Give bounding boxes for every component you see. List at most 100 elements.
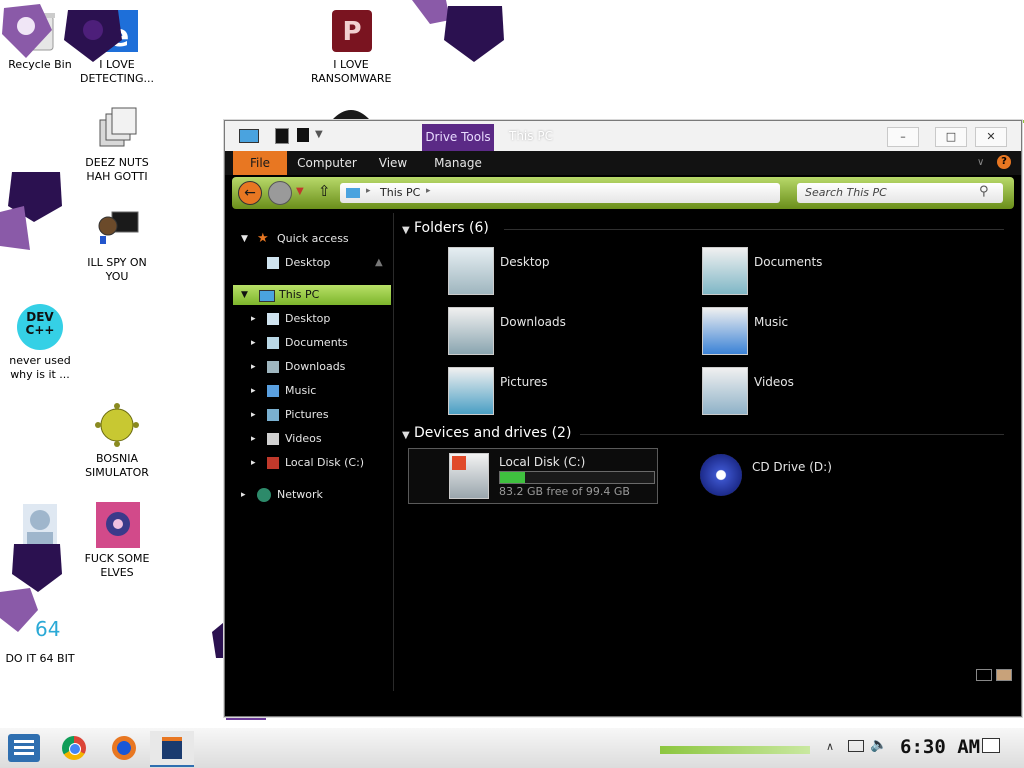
desktop-icon-deez-nuts[interactable]: DEEZ NUTS HAH GOTTI xyxy=(77,106,157,184)
nav-label: Downloads xyxy=(285,360,346,373)
downloads-folder-icon xyxy=(267,361,279,373)
gem-character-sticker xyxy=(0,166,66,255)
nav-pc-downloads[interactable]: ▸ Downloads xyxy=(233,357,391,377)
collapse-arrow-icon[interactable]: ▼ xyxy=(402,225,410,236)
music-folder-icon xyxy=(702,307,748,355)
start-button[interactable] xyxy=(8,734,40,762)
desktop-icon-label: DEEZ NUTS HAH GOTTI xyxy=(85,156,149,183)
recent-locations-icon[interactable]: ▼ xyxy=(296,186,304,197)
close-button[interactable]: ✕ xyxy=(975,127,1007,147)
taskbar-chrome-button[interactable] xyxy=(62,736,86,760)
desktop-icon-ransomware[interactable]: P I LOVE RANSOMWARE xyxy=(311,8,391,86)
address-field[interactable]: ▸ This PC ▸ xyxy=(340,183,780,203)
nav-label: Network xyxy=(277,488,323,501)
nav-label: Music xyxy=(285,384,317,397)
tab-file[interactable]: File xyxy=(233,151,287,175)
collapse-arrow-icon[interactable]: ▼ xyxy=(402,430,410,441)
nav-pc-documents[interactable]: ▸ Documents xyxy=(233,333,391,353)
up-button[interactable]: ⇧ xyxy=(318,182,331,200)
pin-icon[interactable]: ▲ xyxy=(375,253,383,273)
desktop-icon-spy[interactable]: ILL SPY ON YOU xyxy=(77,206,157,284)
nav-pc-local-disk[interactable]: ▸ Local Disk (C:) xyxy=(233,453,391,473)
nav-pc-desktop[interactable]: ▸ Desktop xyxy=(233,309,391,329)
drive-free-space: 83.2 GB free of 99.4 GB xyxy=(499,485,630,498)
expand-arrow-icon: ▸ xyxy=(251,314,256,324)
cd-disc-icon xyxy=(700,454,742,496)
svg-text:P: P xyxy=(342,17,361,47)
clock[interactable]: 6:30 AM xyxy=(900,736,980,758)
back-button[interactable]: ← xyxy=(238,181,262,205)
taskbar-explorer-button[interactable] xyxy=(150,731,194,767)
webcam-icon xyxy=(94,206,140,252)
window-titlebar[interactable]: ▼ Drive Tools This PC – □ ✕ xyxy=(225,121,1021,151)
nav-pc-videos[interactable]: ▸ Videos xyxy=(233,429,391,449)
nav-this-pc[interactable]: ▼ This PC xyxy=(233,285,391,305)
search-field[interactable]: Search This PC ⚲ xyxy=(797,183,1003,203)
search-icon[interactable]: ⚲ xyxy=(979,184,989,199)
expand-arrow-icon: ▼ xyxy=(241,234,248,244)
details-view-icon[interactable] xyxy=(976,669,992,681)
folder-name: Downloads xyxy=(500,315,566,329)
network-icon[interactable] xyxy=(848,740,864,752)
computer-icon[interactable] xyxy=(239,129,259,143)
desktop-icon-bosnia[interactable]: BOSNIA SIMULATOR xyxy=(77,402,157,480)
volume-icon[interactable]: 🔈 xyxy=(870,737,887,753)
breadcrumb-this-pc[interactable]: This PC xyxy=(380,186,420,199)
expand-ribbon-icon[interactable]: ∨ xyxy=(977,157,984,168)
folder-downloads[interactable]: Downloads xyxy=(448,307,648,357)
folder-pictures[interactable]: Pictures xyxy=(448,367,648,417)
computer-icon xyxy=(346,188,360,198)
folder-music[interactable]: Music xyxy=(702,307,902,357)
drive-usage-fill xyxy=(500,472,526,483)
album-art-icon xyxy=(94,502,140,548)
desktop-icon-label: DO IT 64 BIT xyxy=(5,652,75,665)
nav-label: Local Disk (C:) xyxy=(285,456,365,469)
tab-computer[interactable]: Computer xyxy=(293,151,361,175)
nav-quick-desktop[interactable]: Desktop ▲ xyxy=(233,253,391,273)
customize-qat-icon[interactable]: ▼ xyxy=(315,129,323,140)
folder-name: Videos xyxy=(754,375,794,389)
drive-local-disk-c[interactable]: Local Disk (C:) 83.2 GB free of 99.4 GB xyxy=(408,448,658,504)
properties-icon[interactable] xyxy=(275,128,289,144)
gem-character-sticker xyxy=(0,0,56,67)
desktop-icon-label: BOSNIA SIMULATOR xyxy=(85,452,149,479)
nav-pc-music[interactable]: ▸ Music xyxy=(233,381,391,401)
folders-group-header[interactable]: Folders (6) xyxy=(414,220,489,236)
desktop-icon-devcpp[interactable]: DEV C++ never used why is it ... xyxy=(0,304,80,382)
taskbar-firefox-button[interactable] xyxy=(112,736,136,760)
star-icon: ★ xyxy=(257,231,269,246)
nav-pc-pictures[interactable]: ▸ Pictures xyxy=(233,405,391,425)
drive-name: CD Drive (D:) xyxy=(752,460,832,474)
nav-label: This PC xyxy=(279,288,320,301)
hard-drive-icon xyxy=(449,453,489,499)
nav-label: Videos xyxy=(285,432,322,445)
help-icon[interactable]: ? xyxy=(997,155,1011,169)
nav-label: Quick access xyxy=(277,232,349,245)
videos-folder-icon xyxy=(702,367,748,415)
new-folder-icon[interactable] xyxy=(297,128,309,142)
folder-videos[interactable]: Videos xyxy=(702,367,902,417)
desktop-icon-elves[interactable]: FUCK SOME ELVES xyxy=(77,502,157,580)
large-icons-view-icon[interactable] xyxy=(996,669,1012,681)
folder-name: Desktop xyxy=(500,255,550,269)
tab-view[interactable]: View xyxy=(369,151,417,175)
file-explorer-window[interactable]: ▼ Drive Tools This PC – □ ✕ File Compute… xyxy=(224,120,1022,717)
show-hidden-icons-icon[interactable]: ∧ xyxy=(826,740,834,753)
nav-label: Pictures xyxy=(285,408,329,421)
drive-cd-d[interactable]: CD Drive (D:) xyxy=(700,450,950,500)
folder-documents[interactable]: Documents xyxy=(702,247,902,297)
expand-arrow-icon: ▸ xyxy=(251,458,256,468)
context-tab-drive-tools[interactable]: Drive Tools xyxy=(422,124,494,151)
minimize-button[interactable]: – xyxy=(887,127,919,147)
tab-manage[interactable]: Manage xyxy=(425,151,491,175)
action-center-icon[interactable] xyxy=(982,738,1000,753)
maximize-button[interactable]: □ xyxy=(935,127,967,147)
search-placeholder: Search This PC xyxy=(805,186,887,199)
nav-network[interactable]: ▸ Network xyxy=(233,485,391,505)
devices-group-header[interactable]: Devices and drives (2) xyxy=(414,425,571,441)
folder-desktop[interactable]: Desktop xyxy=(448,247,648,297)
forward-button[interactable] xyxy=(268,181,292,205)
expand-arrow-icon: ▸ xyxy=(241,490,246,500)
desktop-icon-label: never used why is it ... xyxy=(9,354,71,381)
nav-quick-access[interactable]: ▼ ★ Quick access xyxy=(233,229,391,249)
